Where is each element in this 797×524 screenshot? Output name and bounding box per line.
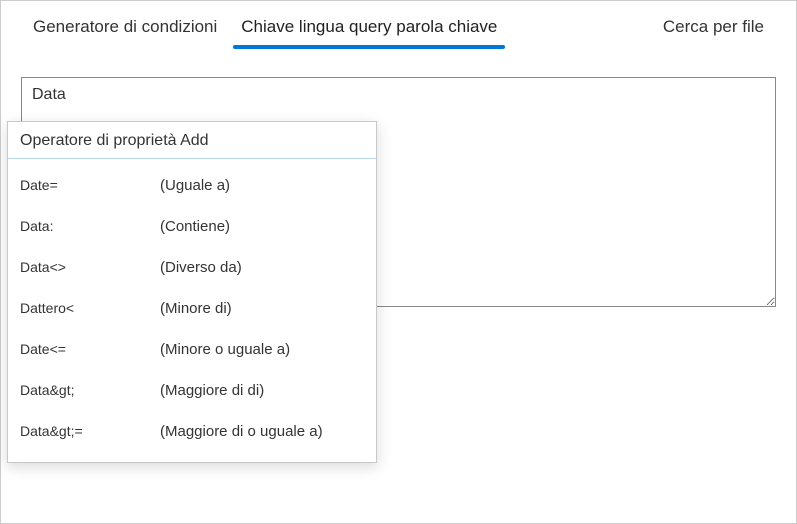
dropdown-item-less-than[interactable]: Dattero< (Minore di) [8, 288, 376, 329]
dropdown-items: Date= (Uguale a) Data: (Contiene) Data<>… [8, 159, 376, 462]
dropdown-item-contains[interactable]: Data: (Contiene) [8, 206, 376, 247]
operator-desc: (Minore di) [160, 300, 232, 317]
dropdown-item-greater-equal[interactable]: Data&gt;= (Maggiore di o uguale a) [8, 411, 376, 452]
operator-desc: (Minore o uguale a) [160, 341, 290, 358]
dropdown-item-greater-than[interactable]: Data&gt; (Maggiore di di) [8, 370, 376, 411]
dropdown-item-less-equal[interactable]: Date<= (Minore o uguale a) [8, 329, 376, 370]
operator-key: Dattero< [20, 300, 160, 316]
operator-desc: (Maggiore di o uguale a) [160, 423, 323, 440]
tab-kql[interactable]: Chiave lingua query parola chiave [229, 9, 509, 47]
tab-search-file[interactable]: Cerca per file [651, 9, 776, 47]
operator-key: Data&gt; [20, 382, 160, 398]
operator-key: Date= [20, 177, 160, 193]
operator-desc: (Diverso da) [160, 259, 242, 276]
operator-key: Data<> [20, 259, 160, 275]
operator-desc: (Maggiore di di) [160, 382, 264, 399]
operator-desc: (Uguale a) [160, 177, 230, 194]
operator-key: Data: [20, 218, 160, 234]
operator-key: Data&gt;= [20, 423, 160, 439]
tab-bar: Generatore di condizioni Chiave lingua q… [1, 1, 796, 47]
operator-desc: (Contiene) [160, 218, 230, 235]
dropdown-header: Operatore di proprietà Add [8, 122, 376, 159]
operator-key: Date<= [20, 341, 160, 357]
dropdown-item-equals[interactable]: Date= (Uguale a) [8, 165, 376, 206]
operator-dropdown: Operatore di proprietà Add Date= (Uguale… [7, 121, 377, 463]
tab-condition-generator[interactable]: Generatore di condizioni [21, 9, 229, 47]
query-text: Data [32, 86, 66, 103]
dropdown-item-not-equals[interactable]: Data<> (Diverso da) [8, 247, 376, 288]
